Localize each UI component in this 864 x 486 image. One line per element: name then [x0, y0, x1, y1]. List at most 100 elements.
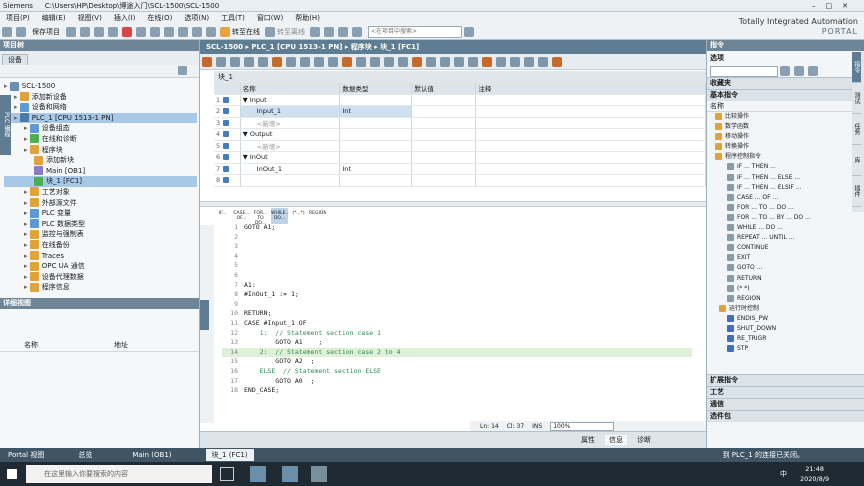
snippet-button[interactable]: IF...	[214, 208, 231, 224]
split-editor-icon[interactable]	[338, 26, 348, 37]
extended-instructions-section[interactable]: 扩展指令	[707, 374, 864, 386]
iface-row[interactable]: 5 <新增>	[214, 140, 706, 152]
iface-row[interactable]: 1 ▼ Input	[214, 94, 706, 106]
zoom-select[interactable]: 100%	[550, 421, 615, 431]
tree-expand-icon[interactable]: ▸	[24, 188, 30, 196]
open-editor-tab[interactable]: 总览	[72, 449, 98, 461]
menu-item-2[interactable]: 视图(V)	[78, 13, 102, 23]
instruction-item[interactable]: EXIT	[711, 253, 864, 263]
iface-name-cell[interactable]: ▼ Output	[240, 128, 341, 141]
compile-icon[interactable]	[164, 26, 174, 37]
tree-expand-icon[interactable]: ▸	[14, 114, 20, 122]
iface-name-cell[interactable]: ▼ Input	[240, 94, 341, 106]
editor-tool-icon[interactable]	[468, 56, 478, 67]
code-line[interactable]: 7 A1:	[222, 281, 692, 291]
plc-programming-side-tab[interactable]: PLC 编程	[0, 95, 11, 155]
iface-row[interactable]: 6 ▼ InOut	[214, 151, 706, 164]
iface-name-cell[interactable]: <新增>	[240, 117, 341, 129]
tree-view-icon[interactable]	[178, 66, 187, 75]
tree-item[interactable]: ▸ 外部源文件	[4, 198, 197, 209]
iface-default-cell[interactable]	[411, 105, 477, 118]
iface-default-cell[interactable]	[411, 94, 477, 106]
menu-item-4[interactable]: 在线(O)	[147, 13, 172, 23]
iface-type-cell[interactable]	[339, 174, 413, 187]
iface-comment-cell[interactable]	[475, 117, 706, 129]
editor-tool-icon[interactable]	[202, 56, 212, 67]
tree-item[interactable]: 添加新块	[4, 155, 197, 166]
editor-tool-icon[interactable]	[496, 56, 506, 67]
iface-default-cell[interactable]	[411, 174, 477, 187]
snippet-button[interactable]: FOR... TO DO...	[252, 208, 269, 224]
print-icon[interactable]	[66, 26, 76, 37]
communication-section[interactable]: 通信	[707, 398, 864, 410]
iface-name-cell[interactable]: Input_1	[240, 105, 341, 118]
iface-name-cell[interactable]: <新增>	[240, 140, 341, 152]
editor-tool-icon[interactable]	[258, 56, 268, 67]
iface-name-cell[interactable]: ▼ InOut	[240, 151, 341, 164]
info-tab[interactable]: 信息	[605, 435, 627, 445]
instruction-group[interactable]: 数学函数	[711, 122, 864, 132]
right-side-tab[interactable]: 插件	[852, 176, 861, 207]
code-line[interactable]: 1 GOTO A1;	[222, 223, 692, 233]
iface-type-cell[interactable]	[339, 151, 413, 164]
tree-expand-icon[interactable]: ▸	[24, 262, 30, 270]
redo-icon[interactable]	[150, 26, 160, 37]
instruction-item[interactable]: IF ... THEN ... ELSE ...	[711, 173, 864, 183]
iface-row[interactable]: 7 InOut_1 Int	[214, 163, 706, 175]
menu-item-5[interactable]: 选项(N)	[184, 13, 209, 23]
code-line[interactable]: 9	[222, 300, 692, 310]
open-editor-tab[interactable]: Main (OB1)	[126, 449, 177, 461]
iface-row[interactable]: 2 Input_1 Int	[214, 105, 706, 118]
iface-default-cell[interactable]	[411, 163, 477, 175]
instruction-item[interactable]: RE_TRIGR	[711, 334, 864, 344]
go-offline-icon[interactable]	[265, 26, 275, 37]
instruction-group[interactable]: 运行时控制	[711, 304, 864, 314]
right-side-tab[interactable]: 任务	[852, 114, 861, 145]
code-line[interactable]: 5	[222, 261, 692, 271]
editor-tool-icon[interactable]	[286, 56, 296, 67]
iface-type-cell[interactable]	[339, 117, 413, 129]
tree-item[interactable]: 块_1 [FC1]	[4, 176, 197, 187]
tree-item[interactable]: ▸ 在线备份	[4, 240, 197, 251]
tree-item[interactable]: ▸ 设备组态	[4, 123, 197, 134]
plc-sim-taskbar-icon[interactable]	[311, 466, 327, 482]
instruction-item[interactable]: WHILE ... DO ...	[711, 223, 864, 233]
editor-tool-icon[interactable]	[454, 56, 464, 67]
new-project-icon[interactable]	[2, 26, 12, 37]
code-line[interactable]: 14 2: // Statement section case 2 to 4	[222, 347, 692, 358]
iface-row[interactable]: 4 ▼ Output	[214, 128, 706, 141]
editor-tool-icon[interactable]	[510, 56, 520, 67]
editor-tool-icon[interactable]	[524, 56, 534, 67]
iface-comment-cell[interactable]	[475, 128, 706, 141]
editor-tool-icon[interactable]	[342, 56, 352, 67]
save-project-button[interactable]: 保存项目	[32, 27, 60, 37]
tree-item[interactable]: ▸ SCL-1500	[4, 81, 197, 92]
iface-default-cell[interactable]	[411, 151, 477, 164]
tree-item[interactable]: ▸ 设备代理数据	[4, 272, 197, 283]
tree-expand-icon[interactable]: ▸	[24, 220, 30, 228]
instruction-item[interactable]: CASE ... OF ...	[711, 193, 864, 203]
editor-tool-icon[interactable]	[440, 56, 450, 67]
code-line[interactable]: 2	[222, 233, 692, 243]
menu-item-1[interactable]: 编辑(E)	[42, 13, 66, 23]
instruction-item[interactable]: STP	[711, 344, 864, 354]
iface-default-cell[interactable]	[411, 140, 477, 152]
window-controls[interactable]: –□✕	[812, 2, 858, 10]
iface-row[interactable]: 8	[214, 174, 706, 187]
iface-comment-cell[interactable]	[475, 140, 706, 152]
iface-name-cell[interactable]: InOut_1	[240, 163, 341, 175]
instruction-item[interactable]: IF ... THEN ... ELSIF ...	[711, 183, 864, 193]
go-online-icon[interactable]	[220, 26, 230, 37]
tree-expand-icon[interactable]: ▸	[24, 273, 30, 281]
editor-tool-icon[interactable]	[370, 56, 380, 67]
iface-default-cell[interactable]	[411, 117, 477, 129]
search-go-icon[interactable]	[464, 26, 474, 37]
tree-expand-icon[interactable]: ▸	[24, 124, 30, 132]
tree-expand-icon[interactable]: ▸	[24, 209, 30, 217]
open-editor-tab[interactable]: 块_1 (FC1)	[205, 449, 254, 461]
instruction-group[interactable]: 比较操作	[711, 112, 864, 122]
tree-item[interactable]: ▸ PLC 变量	[4, 208, 197, 219]
code-line[interactable]: 10 RETURN;	[222, 309, 692, 319]
tree-expand-icon[interactable]: ▸	[4, 82, 10, 90]
editor-tool-icon[interactable]	[356, 56, 366, 67]
